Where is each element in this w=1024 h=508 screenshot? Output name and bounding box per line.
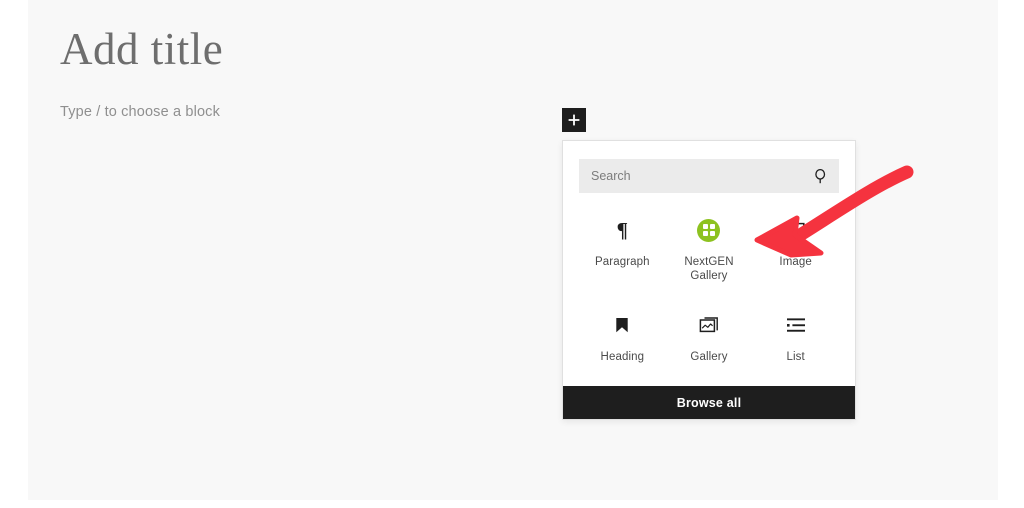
page-title[interactable]: Add title — [60, 22, 223, 76]
inserter-body: ¶ Paragraph NextGEN Gallery — [563, 141, 855, 386]
empty-block-prompt[interactable]: Type / to choose a block — [60, 104, 220, 120]
block-item-list[interactable]: List — [752, 302, 839, 376]
browse-all-button[interactable]: Browse all — [563, 386, 855, 420]
block-item-label: Paragraph — [595, 256, 650, 268]
block-inserter-toggle-button[interactable] — [562, 108, 586, 132]
block-item-gallery[interactable]: Gallery — [666, 302, 753, 376]
block-item-label: Image — [779, 256, 812, 268]
block-inserter-popover: ¶ Paragraph NextGEN Gallery — [562, 140, 856, 421]
block-item-label: NextGEN Gallery — [684, 256, 734, 283]
plus-icon — [566, 112, 582, 128]
image-icon — [783, 217, 809, 243]
block-item-paragraph[interactable]: ¶ Paragraph — [579, 207, 666, 296]
block-item-image[interactable]: Image — [752, 207, 839, 296]
search-input[interactable] — [579, 159, 839, 193]
search-field-wrapper — [579, 159, 839, 193]
block-item-nextgen-gallery[interactable]: NextGEN Gallery — [666, 207, 753, 296]
list-icon — [783, 312, 809, 338]
block-item-label: Gallery — [690, 350, 728, 363]
block-item-heading[interactable]: Heading — [579, 302, 666, 376]
block-type-grid: ¶ Paragraph NextGEN Gallery Image Headin… — [579, 207, 839, 376]
block-item-label: List — [786, 350, 805, 363]
nextgen-gallery-icon — [696, 217, 722, 243]
gallery-stack-icon — [696, 312, 722, 338]
block-item-label: Heading — [600, 350, 645, 363]
paragraph-pilcrow-icon: ¶ — [616, 217, 628, 242]
heading-bookmark-icon — [609, 312, 635, 338]
browse-all-label: Browse all — [676, 395, 742, 410]
